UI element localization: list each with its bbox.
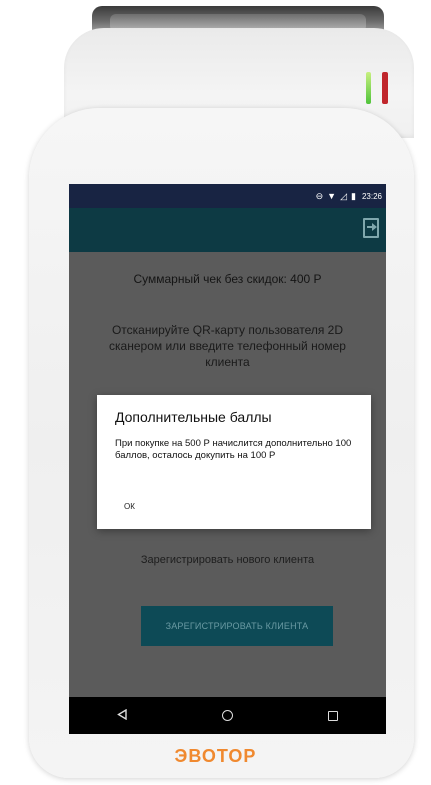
status-led-green <box>366 72 371 104</box>
receipt-summary: Суммарный чек без скидок: 400 Р <box>133 272 322 286</box>
register-new-client-link[interactable]: Зарегистрировать нового клиента <box>69 554 386 566</box>
dialog-title: Дополнительные баллы <box>115 409 272 425</box>
app-bar <box>69 208 386 252</box>
brand-logo: ЭВОТОР <box>174 746 257 766</box>
battery-icon: ▮ <box>351 190 356 201</box>
status-time: 23:26 <box>361 191 382 201</box>
bonus-points-dialog: Дополнительные баллы При покупке на 500 … <box>97 395 371 529</box>
dialog-message: При покупке на 500 Р начислится дополнит… <box>115 438 352 461</box>
dialog-ok-button[interactable]: ОК <box>124 502 135 511</box>
recents-icon[interactable] <box>328 710 339 721</box>
back-icon[interactable] <box>116 707 127 725</box>
wifi-icon: ▼ <box>327 190 337 201</box>
home-icon[interactable] <box>221 710 233 721</box>
navigation-bar <box>69 697 386 734</box>
status-bar: ⊖ ▼ ◿ ▮ 23:26 <box>69 184 386 208</box>
minus-circle-icon: ⊖ <box>315 190 324 201</box>
signal-icon: ◿ <box>340 190 348 201</box>
status-led-red <box>382 72 388 104</box>
scan-instruction: Отсканируйте QR-карту пользователя 2D ск… <box>109 323 346 369</box>
register-client-button[interactable]: ЗАРЕГИСТРИРОВАТЬ КЛИЕНТА <box>141 606 333 646</box>
exit-icon[interactable] <box>363 218 379 238</box>
